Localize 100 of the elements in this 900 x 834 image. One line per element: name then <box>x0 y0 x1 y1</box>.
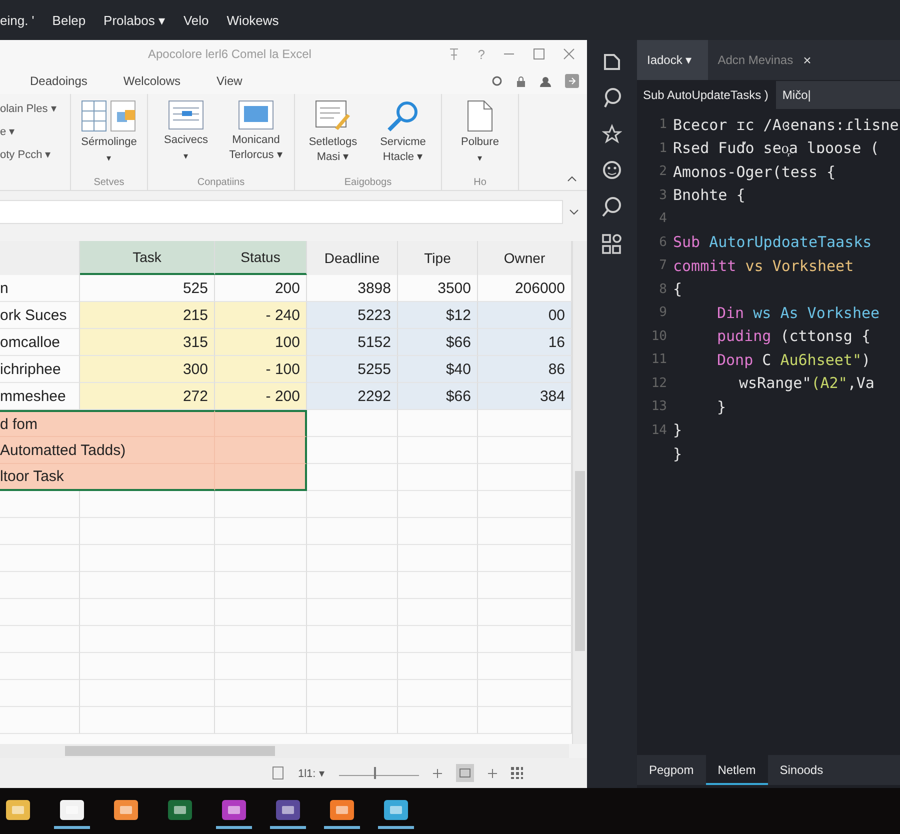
circle-icon[interactable] <box>492 76 502 86</box>
table-cell: - 200 <box>215 383 307 410</box>
ribbon-button[interactable]: Monicand Terlorcus ▾ <box>224 100 288 177</box>
line-number: 11 <box>650 352 667 368</box>
table-row[interactable]: omcalloe 315 100 5152 $66 16 <box>0 329 572 356</box>
table-cell: n <box>0 275 80 302</box>
menu-item[interactable]: eing. ' <box>0 12 34 28</box>
table-cell: 86 <box>478 356 572 383</box>
code-line: Donp C Au6hseet") <box>717 350 871 369</box>
table-cell: 5255 <box>307 356 398 383</box>
caret-icon: ▾ <box>106 153 112 163</box>
table-row[interactable]: ichriphee 300 - 100 5255 $40 86 <box>0 356 572 383</box>
formula-field[interactable] <box>0 200 563 224</box>
code-line: committ vs Vorksheet <box>673 256 854 275</box>
table-cell: - 100 <box>215 356 307 383</box>
maximize-icon[interactable] <box>533 48 545 60</box>
ribbon-button[interactable]: Sacivecs ▾ <box>154 100 218 177</box>
code-line: Din ws As Vorkshee <box>717 304 880 322</box>
line-number: 1 <box>658 117 667 132</box>
chevron-down-icon[interactable] <box>569 209 579 215</box>
table-cell: $12 <box>398 302 478 329</box>
editor-tab[interactable]: Iadock ▾ <box>637 40 708 80</box>
code-line: puding (cttonsg { <box>717 327 871 346</box>
page-icon[interactable] <box>272 766 284 780</box>
plus-icon[interactable] <box>488 768 497 778</box>
ribbon-menu[interactable]: oty Pcch ▾ <box>0 148 70 161</box>
ribbon-tab[interactable]: Welcolows <box>123 74 181 88</box>
column-header[interactable]: Status <box>215 241 307 275</box>
search-icon[interactable] <box>601 196 623 218</box>
menu-item[interactable]: Velo <box>183 12 209 28</box>
extensions-icon[interactable] <box>601 233 623 255</box>
breadcrumb[interactable]: Sub AutoUpdateTasks ) <box>643 88 768 102</box>
user-icon[interactable] <box>540 76 551 86</box>
table-cell: $66 <box>398 383 478 410</box>
code-line: Bcecor ɪc /Aɞenans:ɾlisne <box>673 116 899 134</box>
pin-icon[interactable] <box>448 47 460 61</box>
close-icon[interactable] <box>563 48 575 60</box>
lock-icon[interactable] <box>516 76 526 86</box>
table-row[interactable]: Automatted Tadds) <box>0 437 572 464</box>
list-icon <box>168 100 204 130</box>
search-field[interactable]: Mičo| <box>776 81 900 109</box>
line-number: 12 <box>650 376 667 391</box>
table-cell: $40 <box>398 356 478 383</box>
editor-tab[interactable]: Adcn Mevinas × <box>708 40 828 80</box>
table-cell: 300 <box>80 356 215 383</box>
close-icon[interactable]: × <box>803 52 812 68</box>
collapse-icon[interactable] <box>567 176 577 182</box>
column-header[interactable]: Deadline <box>307 241 398 275</box>
menu-item[interactable]: Wiokews <box>226 12 279 28</box>
table-cell: 215 <box>80 302 215 329</box>
panel-tab[interactable]: Netlem <box>706 755 768 785</box>
line-number: 10 <box>650 328 667 344</box>
menu-item[interactable]: Belep <box>52 12 86 28</box>
column-header[interactable]: Task <box>80 241 215 275</box>
table-cell: - 240 <box>215 302 307 329</box>
ribbon-menu[interactable]: e ▾ <box>0 125 70 138</box>
line-number: 14 <box>650 422 667 438</box>
zoom-slider-thumb[interactable] <box>374 766 376 778</box>
table-cell: 272 <box>80 383 215 410</box>
code-line: Bnohte { <box>673 186 746 204</box>
ribbon-tab[interactable]: Deadoings <box>30 74 88 88</box>
plus-icon[interactable] <box>432 768 442 778</box>
table-row[interactable]: ork Suces 215 - 240 5223 $12 00 <box>0 302 572 329</box>
ribbon-button[interactable]: Setletlogs Masi ▾ <box>301 100 365 177</box>
horizontal-scrollbar[interactable] <box>0 744 569 758</box>
vertical-scrollbar[interactable] <box>572 241 587 744</box>
files-icon[interactable] <box>602 52 622 72</box>
code-line: Amonos-Oger(tess { <box>673 162 836 181</box>
window-icon <box>238 100 274 130</box>
ribbon-tab[interactable]: View <box>216 74 242 88</box>
table-cell: 384 <box>478 383 572 410</box>
table-row[interactable]: ltoor Task <box>0 464 572 491</box>
table-cell: 315 <box>80 329 215 356</box>
table-row[interactable]: mmeshee 272 - 200 2292 $66 384 <box>0 383 572 410</box>
table-cell: 00 <box>478 302 572 329</box>
column-header[interactable]: Owner <box>478 241 572 275</box>
ribbon-menu[interactable]: olain Ples ▾ <box>0 102 70 115</box>
share-icon[interactable] <box>565 74 579 88</box>
star-icon[interactable] <box>602 124 622 144</box>
menu-item[interactable]: Prolabos ▾ <box>104 12 166 28</box>
panel-tab[interactable]: Sinoods <box>768 755 836 785</box>
column-header[interactable]: Tipe <box>398 241 478 275</box>
caret-icon: ▾ <box>478 153 482 163</box>
table-icon <box>81 100 137 132</box>
normal-view-icon[interactable] <box>456 764 474 782</box>
pencil-edit-icon <box>315 100 351 132</box>
group-label: Ho <box>474 177 486 188</box>
table-cell: 5152 <box>307 329 398 356</box>
code-line: } <box>673 444 682 463</box>
table-cell: d fom <box>0 410 215 437</box>
emoji-icon[interactable] <box>601 159 623 181</box>
line-number: 1 <box>658 140 667 156</box>
caret-icon: ▾ <box>184 151 188 161</box>
ribbon-button[interactable]: Servicme Htacle ▾ <box>371 100 435 177</box>
table-row[interactable]: d fom <box>0 410 572 437</box>
ribbon-button[interactable]: Polbure ▾ <box>448 100 512 177</box>
grid-dots-icon[interactable] <box>510 767 523 779</box>
ribbon-button[interactable]: Sérmolinge ▾ <box>77 100 141 177</box>
panel-tab[interactable]: Pegpom <box>637 755 706 785</box>
status-text[interactable]: 1l1: ▾ <box>298 766 325 780</box>
